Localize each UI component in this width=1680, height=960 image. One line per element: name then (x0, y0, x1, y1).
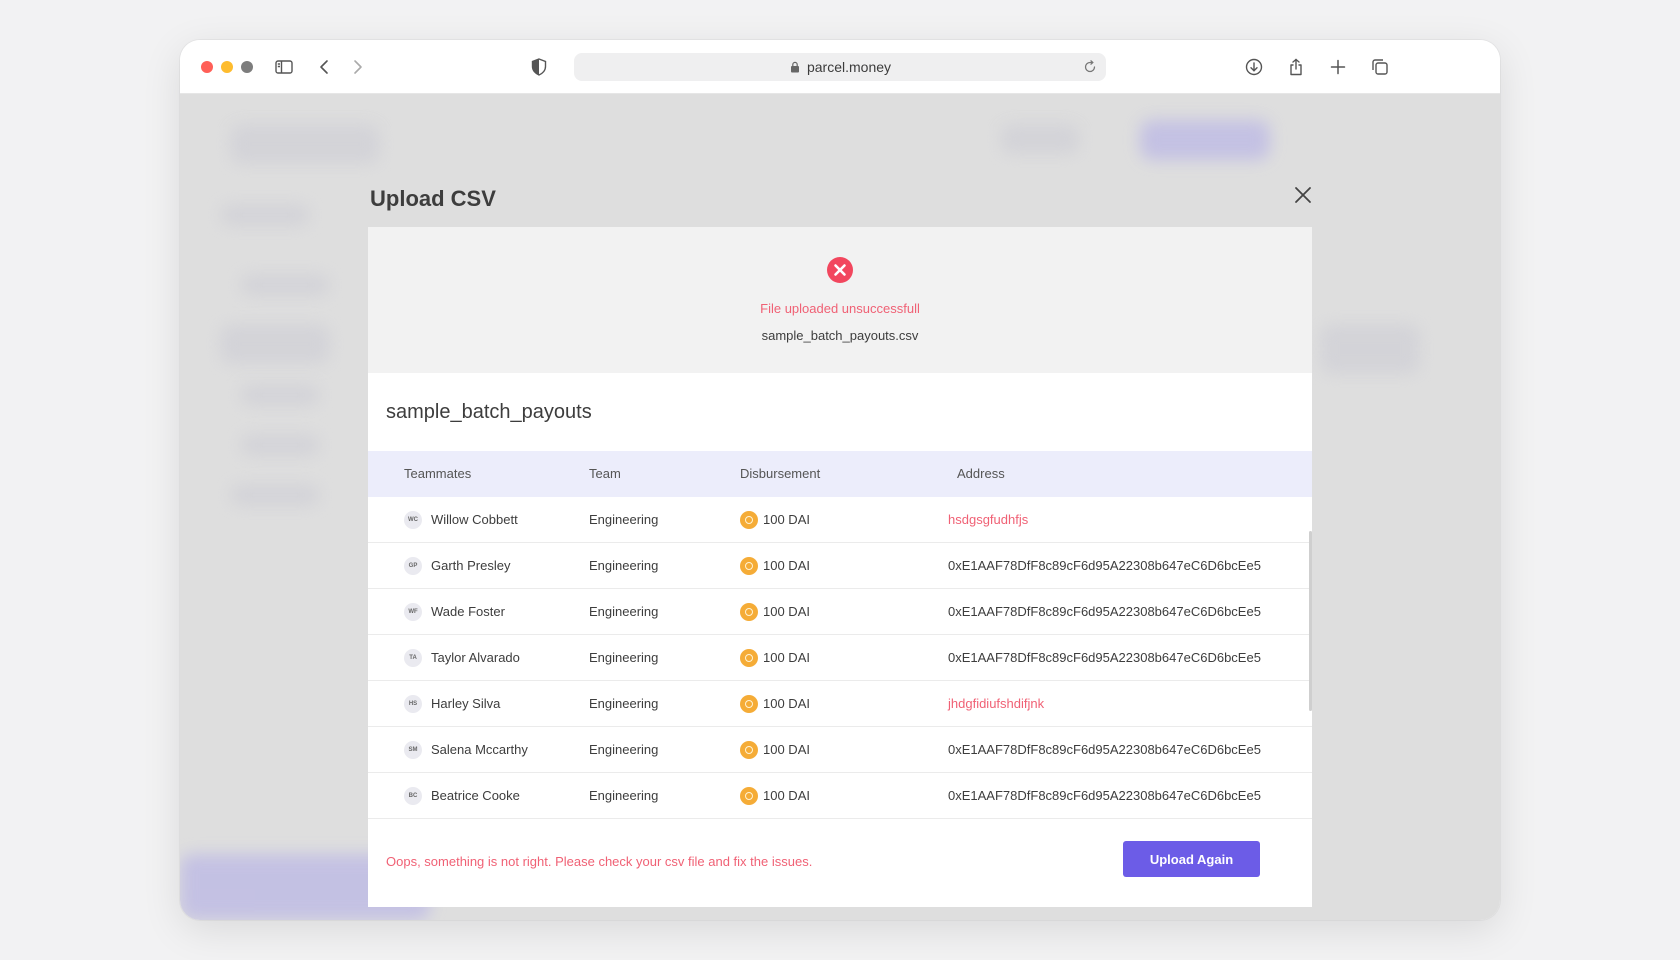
close-window-button[interactable] (201, 61, 213, 73)
avatar: GP (404, 557, 422, 575)
forward-icon[interactable] (345, 55, 369, 79)
browser-window: parcel.money Upload CSV File uploaded un… (180, 40, 1500, 920)
column-header-disbursement: Disbursement (740, 466, 821, 481)
disbursement-amount: 100 DAI (763, 512, 810, 527)
invalid-address: hsdgsgfudhfjs (948, 512, 1029, 527)
shield-icon[interactable] (527, 55, 551, 79)
background-logo (230, 124, 380, 164)
wallet-address: 0xE1AAF78DfF8c89cF6d95A22308b647eC6D6bcE… (948, 604, 1261, 619)
minimize-window-button[interactable] (221, 61, 233, 73)
dai-coin-icon (740, 649, 758, 667)
team-name: Engineering (589, 650, 659, 665)
avatar: BC (404, 787, 422, 805)
team-name: Engineering (589, 512, 659, 527)
close-icon[interactable] (1292, 184, 1314, 206)
disbursement-amount: 100 DAI (763, 604, 810, 619)
uploaded-file-name: sample_batch_payouts.csv (761, 328, 919, 343)
new-tab-icon[interactable] (1326, 55, 1350, 79)
upload-again-button[interactable]: Upload Again (1123, 841, 1260, 877)
page-content: Upload CSV File uploaded unsuccessfull s… (180, 94, 1500, 920)
avatar: WC (404, 511, 422, 529)
table-scrollbar[interactable] (1309, 531, 1312, 711)
table-row[interactable]: SM Salena Mccarthy Engineering 100 DAI 0… (368, 727, 1312, 773)
upload-status-panel: File uploaded unsuccessfull sample_batch… (368, 227, 1312, 373)
team-name: Engineering (589, 788, 659, 803)
team-name: Engineering (589, 604, 659, 619)
disbursement-amount: 100 DAI (763, 788, 810, 803)
modal-title: Upload CSV (370, 186, 496, 211)
teammate-name: Harley Silva (431, 696, 501, 711)
reload-icon[interactable] (1082, 59, 1098, 75)
teammate-name: Salena Mccarthy (431, 742, 528, 757)
address-bar[interactable]: parcel.money (574, 53, 1106, 81)
dai-coin-icon (740, 511, 758, 529)
background-button (1140, 120, 1270, 160)
upload-status-message: File uploaded unsuccessfull (760, 301, 920, 316)
dai-coin-icon (740, 603, 758, 621)
dai-coin-icon (740, 741, 758, 759)
avatar: HS (404, 695, 422, 713)
table-row[interactable]: BC Beatrice Cooke Engineering 100 DAI 0x… (368, 773, 1312, 819)
disbursement-amount: 100 DAI (763, 742, 810, 757)
table-row[interactable]: HS Harley Silva Engineering 100 DAI jhdg… (368, 681, 1312, 727)
table-row[interactable]: WF Wade Foster Engineering 100 DAI 0xE1A… (368, 589, 1312, 635)
teammate-name: Garth Presley (431, 558, 511, 573)
download-icon[interactable] (1242, 55, 1266, 79)
background-nav-item (240, 434, 320, 456)
dai-coin-icon (740, 557, 758, 575)
dai-coin-icon (740, 695, 758, 713)
avatar: WF (404, 603, 422, 621)
background-nav-item (240, 274, 330, 296)
zoom-window-button[interactable] (241, 61, 253, 73)
invalid-address: jhdgfidiufshdifjnk (948, 696, 1045, 711)
disbursement-amount: 100 DAI (763, 696, 810, 711)
upload-result-card: File uploaded unsuccessfull sample_batch… (368, 227, 1312, 907)
wallet-address: 0xE1AAF78DfF8c89cF6d95A22308b647eC6D6bcE… (948, 650, 1261, 665)
background-nav-item (230, 484, 320, 506)
tabs-icon[interactable] (1368, 55, 1392, 79)
wallet-address: 0xE1AAF78DfF8c89cF6d95A22308b647eC6D6bcE… (948, 788, 1261, 803)
team-name: Engineering (589, 742, 659, 757)
browser-toolbar: parcel.money (180, 40, 1500, 94)
lock-icon (790, 61, 799, 73)
background-nav-item (240, 384, 320, 406)
column-header-address: Address (957, 466, 1005, 481)
background-nav-item (220, 204, 310, 226)
wallet-address: 0xE1AAF78DfF8c89cF6d95A22308b647eC6D6bcE… (948, 558, 1261, 573)
url-text: parcel.money (806, 59, 892, 75)
team-name: Engineering (589, 558, 659, 573)
avatar: TA (404, 649, 422, 667)
teammate-name: Wade Foster (431, 604, 505, 619)
sidebar-icon[interactable] (272, 55, 296, 79)
background-panel (1320, 324, 1420, 374)
background-nav-item (220, 324, 330, 364)
wallet-address: 0xE1AAF78DfF8c89cF6d95A22308b647eC6D6bcE… (948, 742, 1261, 757)
disbursement-amount: 100 DAI (763, 650, 810, 665)
table-title: sample_batch_payouts (386, 401, 592, 423)
back-icon[interactable] (313, 55, 337, 79)
column-header-team: Team (589, 466, 621, 481)
team-name: Engineering (589, 696, 659, 711)
teammate-name: Willow Cobbett (431, 512, 518, 527)
teammate-name: Taylor Alvarado (431, 650, 520, 665)
avatar: SM (404, 741, 422, 759)
table-row[interactable]: GP Garth Presley Engineering 100 DAI 0xE… (368, 543, 1312, 589)
csv-error-message: Oops, something is not right. Please che… (386, 854, 813, 869)
disbursement-amount: 100 DAI (763, 558, 810, 573)
teammate-name: Beatrice Cooke (431, 788, 520, 803)
column-header-teammates: Teammates (404, 466, 472, 481)
error-icon (827, 257, 853, 283)
table-header: Teammates Team Disbursement Address (368, 451, 1312, 497)
table-row[interactable]: WC Willow Cobbett Engineering 100 DAI hs… (368, 497, 1312, 543)
table-row[interactable]: TA Taylor Alvarado Engineering 100 DAI 0… (368, 635, 1312, 681)
share-icon[interactable] (1284, 55, 1308, 79)
background-link (1000, 124, 1080, 154)
dai-coin-icon (740, 787, 758, 805)
